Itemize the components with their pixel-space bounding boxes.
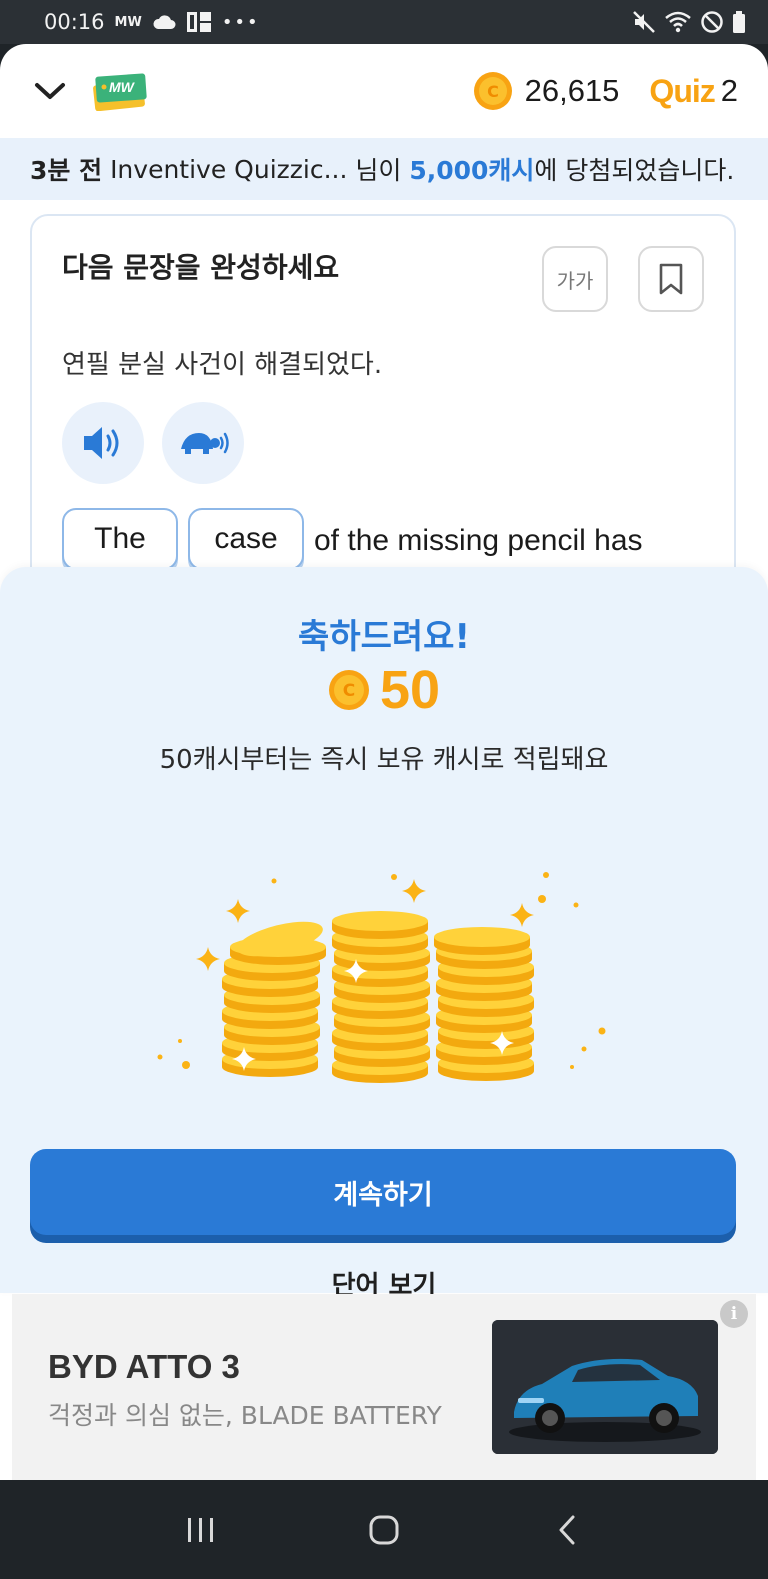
- coin-icon: C: [328, 670, 369, 710]
- car-illustration: [492, 1320, 718, 1454]
- congrats-title: 축하드려요!: [298, 617, 470, 657]
- battery-icon: [733, 11, 745, 33]
- play-audio-button[interactable]: [62, 402, 144, 484]
- do-not-disturb-icon: [701, 11, 723, 33]
- continue-button[interactable]: 계속하기: [30, 1149, 736, 1235]
- ad-banner[interactable]: BYD ATTO 3 걱정과 의심 없는, BLADE BATTERY i: [12, 1294, 756, 1480]
- quiz-label: Quiz: [649, 72, 715, 109]
- svg-text:C: C: [487, 82, 499, 101]
- svg-text:C: C: [343, 681, 355, 701]
- reward-amount: 50: [379, 660, 441, 720]
- chevron-down-icon[interactable]: [34, 81, 66, 101]
- reward-amount-row: C 50: [0, 659, 768, 721]
- ticker-suffix: 에 당첨되었습니다.: [534, 156, 735, 185]
- turtle-speaker-icon: [181, 432, 229, 454]
- slow-audio-button[interactable]: [162, 402, 244, 484]
- recent-apps-icon: [188, 1517, 214, 1542]
- coin-balance: 26,615: [524, 73, 620, 108]
- back-button[interactable]: [527, 1500, 607, 1560]
- speaker-icon: [84, 427, 119, 459]
- word-chip[interactable]: case: [188, 508, 304, 570]
- ad-car-image[interactable]: [492, 1320, 718, 1454]
- app-header: MW C 26,615 Quiz 2: [0, 44, 768, 138]
- font-size-button[interactable]: 가가: [542, 246, 608, 312]
- recent-apps-button[interactable]: [161, 1500, 241, 1560]
- reward-sheet: 축하드려요! C 50 50캐시부터는 즉시 보유 캐시로 적립돼요 계속하기 …: [0, 567, 768, 1301]
- ticker-time: 3분 전: [30, 156, 103, 185]
- quiz-title: 다음 문장을 완성하세요: [62, 251, 340, 284]
- more-notifications-icon: •••: [221, 11, 260, 33]
- wifi-icon: [665, 11, 691, 33]
- word-chip[interactable]: The: [62, 508, 178, 570]
- ticker-prize: 5,000캐시: [409, 156, 535, 185]
- quiz-count: 2: [720, 73, 738, 108]
- notification-label: MW: [114, 14, 142, 30]
- app-logo[interactable]: MW: [90, 71, 148, 112]
- font-size-label: 가가: [556, 268, 594, 293]
- home-icon: [369, 1515, 399, 1544]
- english-sentence-rest: of the missing pencil has: [314, 524, 643, 557]
- app-window: MW C 26,615 Quiz 2 3분 전 Inventive Quizzi…: [0, 44, 768, 1480]
- logo-text: MW: [109, 79, 134, 95]
- status-bar: 00:16 MW •••: [0, 0, 768, 44]
- bookmark-button[interactable]: [638, 246, 704, 312]
- ad-subtitle: 걱정과 의심 없는, BLADE BATTERY: [48, 1401, 442, 1430]
- coin-stacks-illustration: [157, 872, 606, 1083]
- winner-ticker: 3분 전 Inventive Quizzic... 님이 5,000캐시 에 당첨…: [0, 138, 768, 200]
- system-nav-bar: [0, 1480, 768, 1579]
- app-notification-icon: [186, 12, 211, 32]
- bookmark-icon: [659, 263, 683, 295]
- reward-description: 50캐시부터는 즉시 보유 캐시로 적립돼요: [159, 745, 609, 775]
- mute-icon: [633, 11, 655, 33]
- ad-title: BYD ATTO 3: [48, 1348, 240, 1385]
- back-icon: [559, 1515, 575, 1544]
- home-button[interactable]: [344, 1500, 424, 1560]
- status-time: 00:16: [44, 10, 105, 34]
- ticker-mid: 님이: [355, 156, 402, 185]
- ticker-user: Inventive Quizzic...: [110, 154, 348, 184]
- korean-sentence: 연필 분실 사건이 해결되었다.: [62, 350, 383, 380]
- coin-icon: C: [473, 72, 512, 110]
- cloud-icon: [153, 15, 176, 29]
- ad-info-icon[interactable]: i: [720, 1300, 748, 1328]
- quiz-counter[interactable]: Quiz 2: [649, 73, 738, 110]
